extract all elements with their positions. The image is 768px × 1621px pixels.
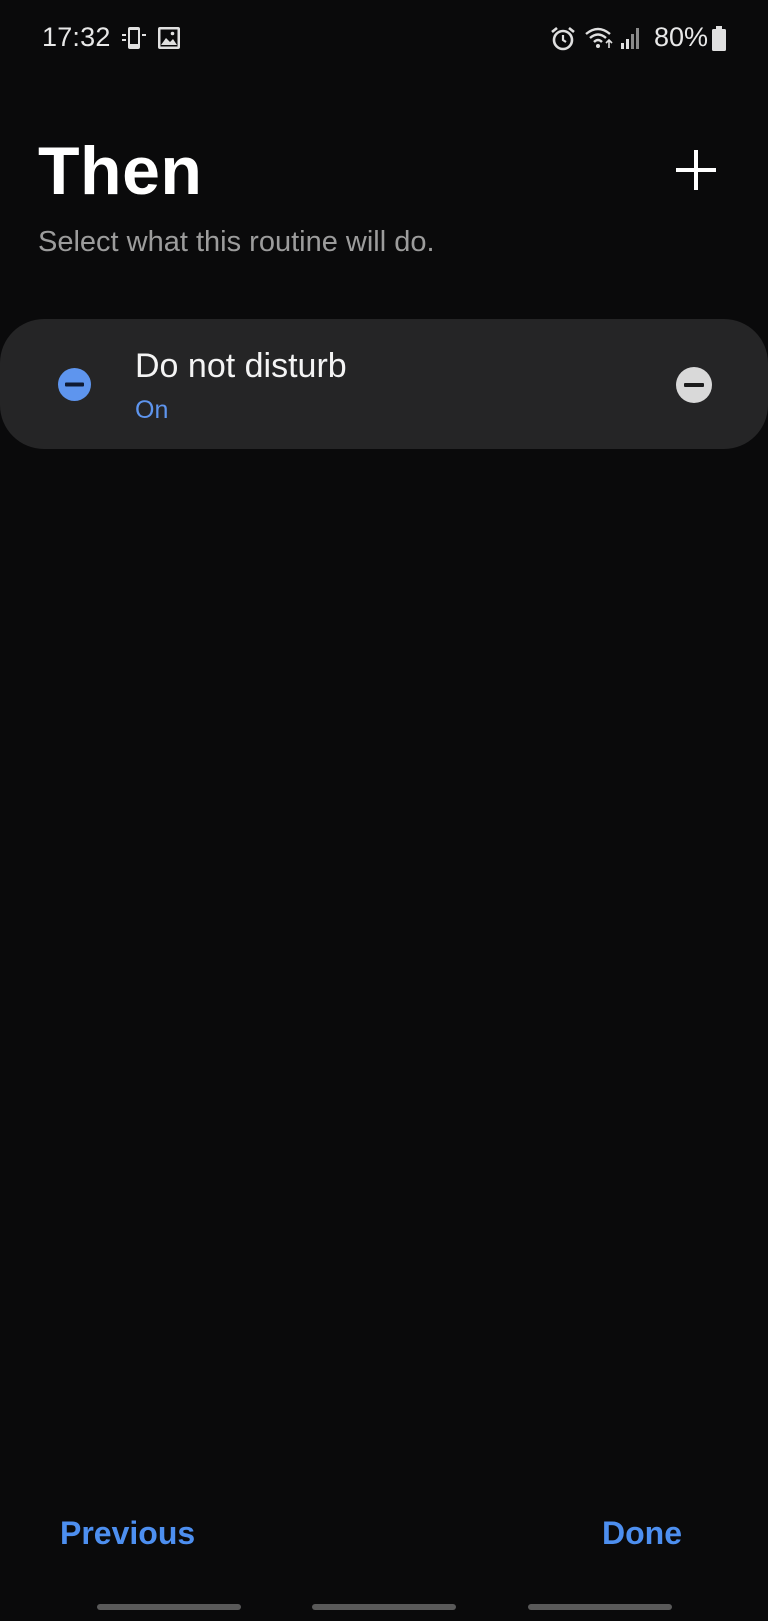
battery-icon <box>712 26 726 51</box>
action-title: Do not disturb <box>135 347 347 385</box>
add-action-button[interactable] <box>666 140 726 200</box>
plus-icon <box>676 150 716 190</box>
remove-action-button[interactable] <box>674 365 714 405</box>
battery-percentage: 80% <box>653 22 708 52</box>
signal-icon <box>621 28 639 49</box>
nav-bar-back[interactable] <box>528 1604 672 1610</box>
action-status: On <box>135 396 169 424</box>
image-icon <box>158 27 180 49</box>
nfc-phone-icon <box>122 27 146 49</box>
page-title: Then <box>38 133 203 209</box>
alarm-icon <box>551 26 575 51</box>
status-bar: 17:32 80% <box>0 0 768 80</box>
nav-bar-home[interactable] <box>312 1604 456 1610</box>
do-not-disturb-icon <box>58 368 91 401</box>
status-time: 17:32 <box>42 22 111 52</box>
done-button[interactable]: Done <box>602 1515 682 1552</box>
action-item-do-not-disturb[interactable]: Do not disturb On <box>0 319 768 449</box>
page-subtitle: Select what this routine will do. <box>38 226 435 258</box>
previous-button[interactable]: Previous <box>60 1515 195 1552</box>
wifi-icon <box>585 27 613 48</box>
nav-bar-recents[interactable] <box>97 1604 241 1610</box>
